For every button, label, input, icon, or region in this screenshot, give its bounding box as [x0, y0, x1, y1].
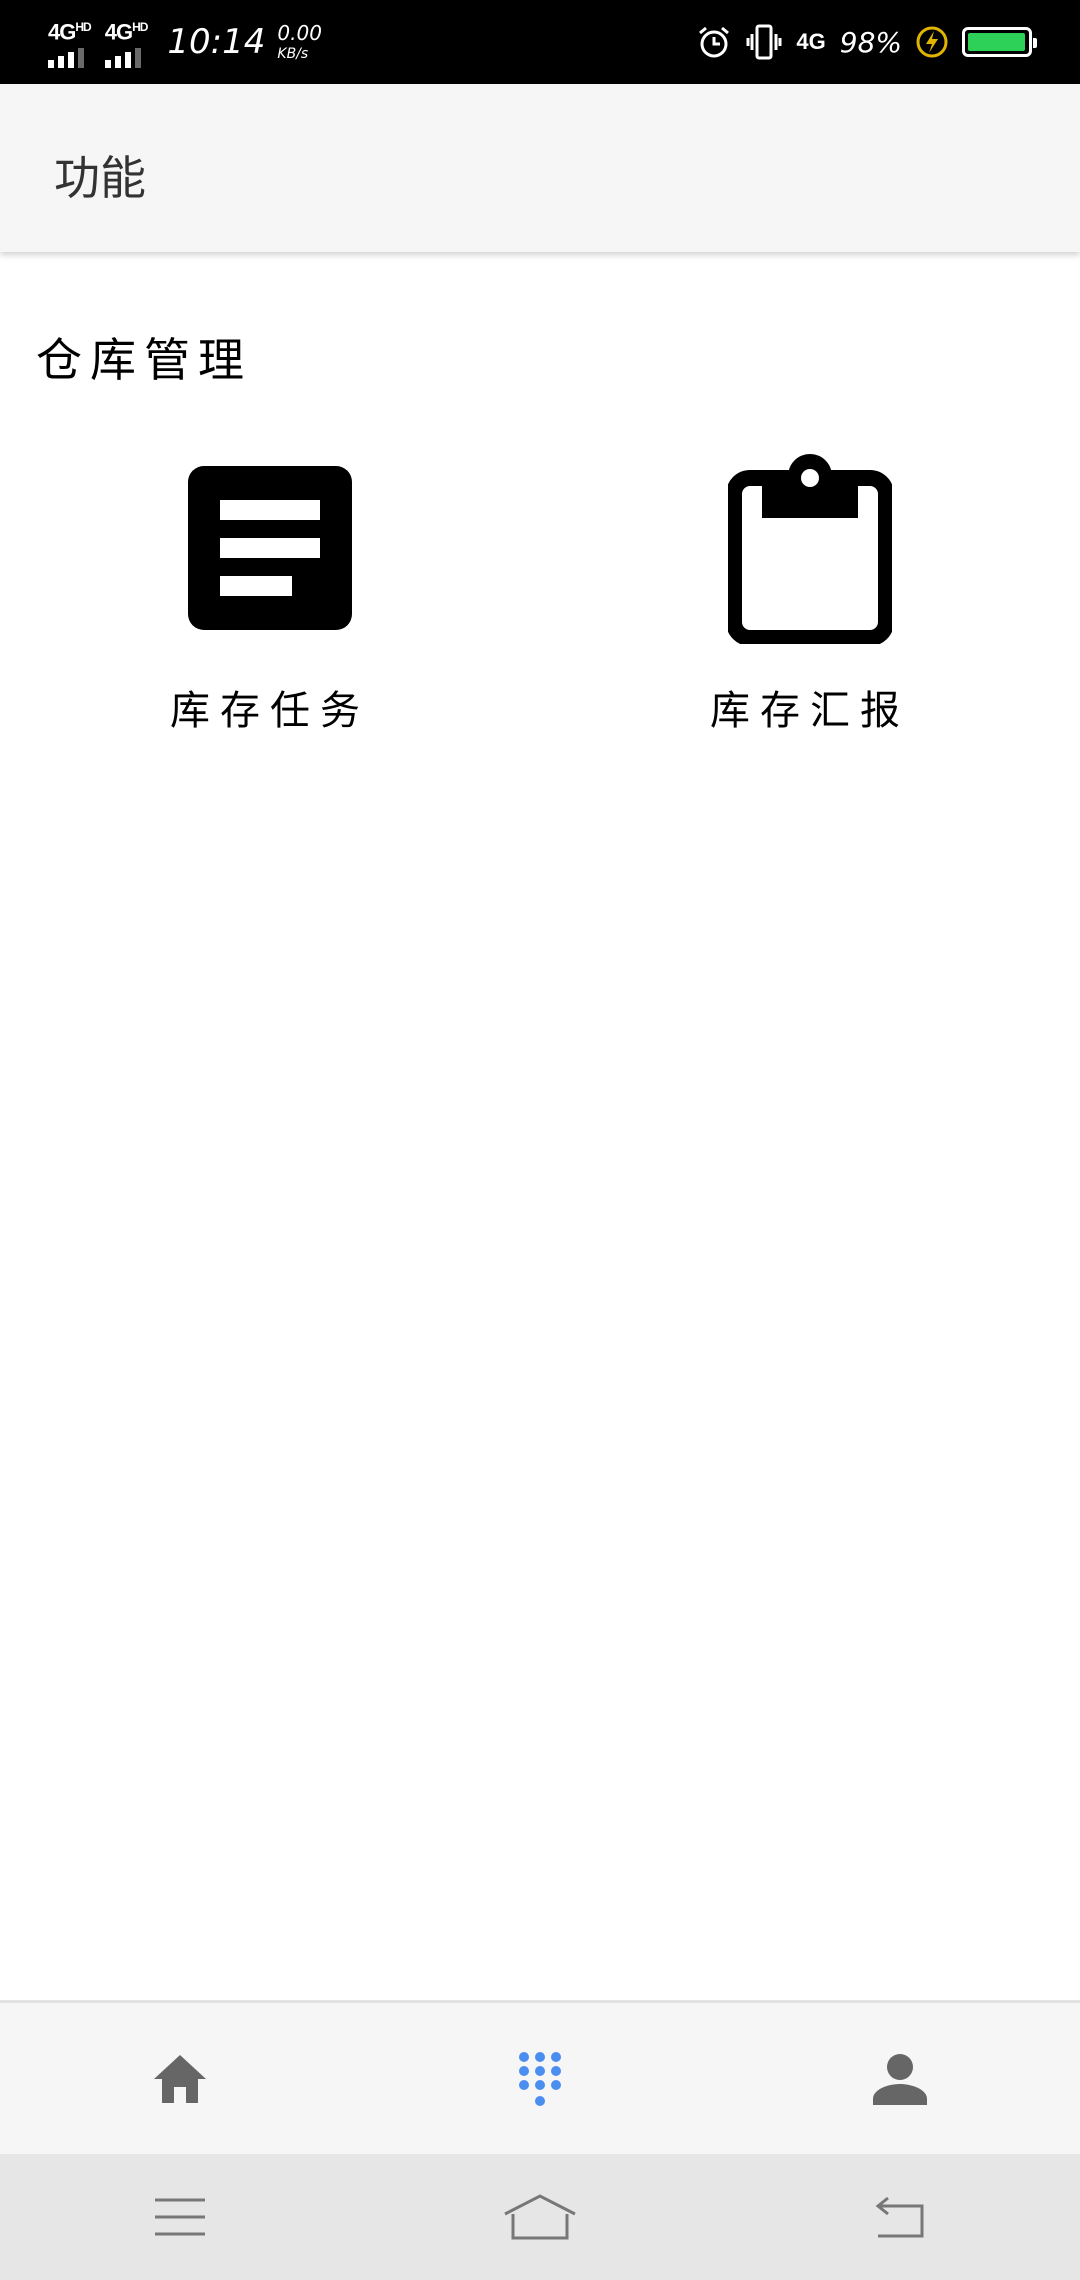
tab-home[interactable]	[0, 2003, 360, 2154]
apps-grid-icon	[519, 2051, 561, 2106]
sim1-signal: 4GHD	[48, 16, 92, 68]
tile-label: 库存任务	[170, 688, 370, 734]
clipboard-icon	[725, 448, 895, 648]
signal-bars-icon	[48, 46, 84, 68]
signal-bars-icon	[104, 46, 141, 68]
tile-inventory-task[interactable]: 库存任务	[0, 448, 540, 778]
tab-functions[interactable]	[360, 2003, 720, 2154]
sim2-signal: 4GHD	[104, 16, 148, 68]
bottom-tab-bar	[0, 2000, 1080, 2154]
system-nav-bar	[0, 2154, 1080, 2280]
system-back-button[interactable]	[720, 2154, 1080, 2280]
home-icon	[154, 2054, 206, 2103]
system-home-button[interactable]	[360, 2154, 720, 2280]
clock: 10:14	[167, 22, 266, 62]
status-bar: 4GHD 4GHD 10:14 0.00 KB/s 4G 98%	[0, 0, 1080, 84]
screen: 4GHD 4GHD 10:14 0.00 KB/s 4G 98% 功能 仓库管理…	[0, 0, 1080, 2280]
status-bar-left: 4GHD 4GHD 10:14 0.00 KB/s	[48, 0, 322, 84]
system-menu-button[interactable]	[0, 2154, 360, 2280]
network-type: 4G	[796, 29, 826, 54]
battery-icon	[962, 27, 1037, 57]
home-outline-icon	[504, 2194, 576, 2240]
tab-profile[interactable]	[720, 2003, 1080, 2154]
document-list-icon	[185, 448, 355, 648]
status-bar-right: 4G 98%	[696, 0, 1037, 84]
tile-label: 库存汇报	[710, 688, 910, 734]
tile-inventory-report[interactable]: 库存汇报	[540, 448, 1080, 778]
section-title: 仓库管理	[36, 333, 252, 387]
app-bar: 功能	[0, 84, 1080, 252]
page-title: 功能	[54, 151, 146, 205]
alarm-icon	[699, 26, 730, 58]
charging-icon	[916, 26, 948, 58]
back-icon	[875, 2196, 924, 2238]
person-icon	[873, 2053, 927, 2105]
net-speed: 0.00 KB/s	[277, 21, 322, 62]
vibrate-icon	[746, 24, 782, 60]
battery-percent: 98%	[839, 25, 902, 59]
menu-icon	[155, 2198, 205, 2236]
